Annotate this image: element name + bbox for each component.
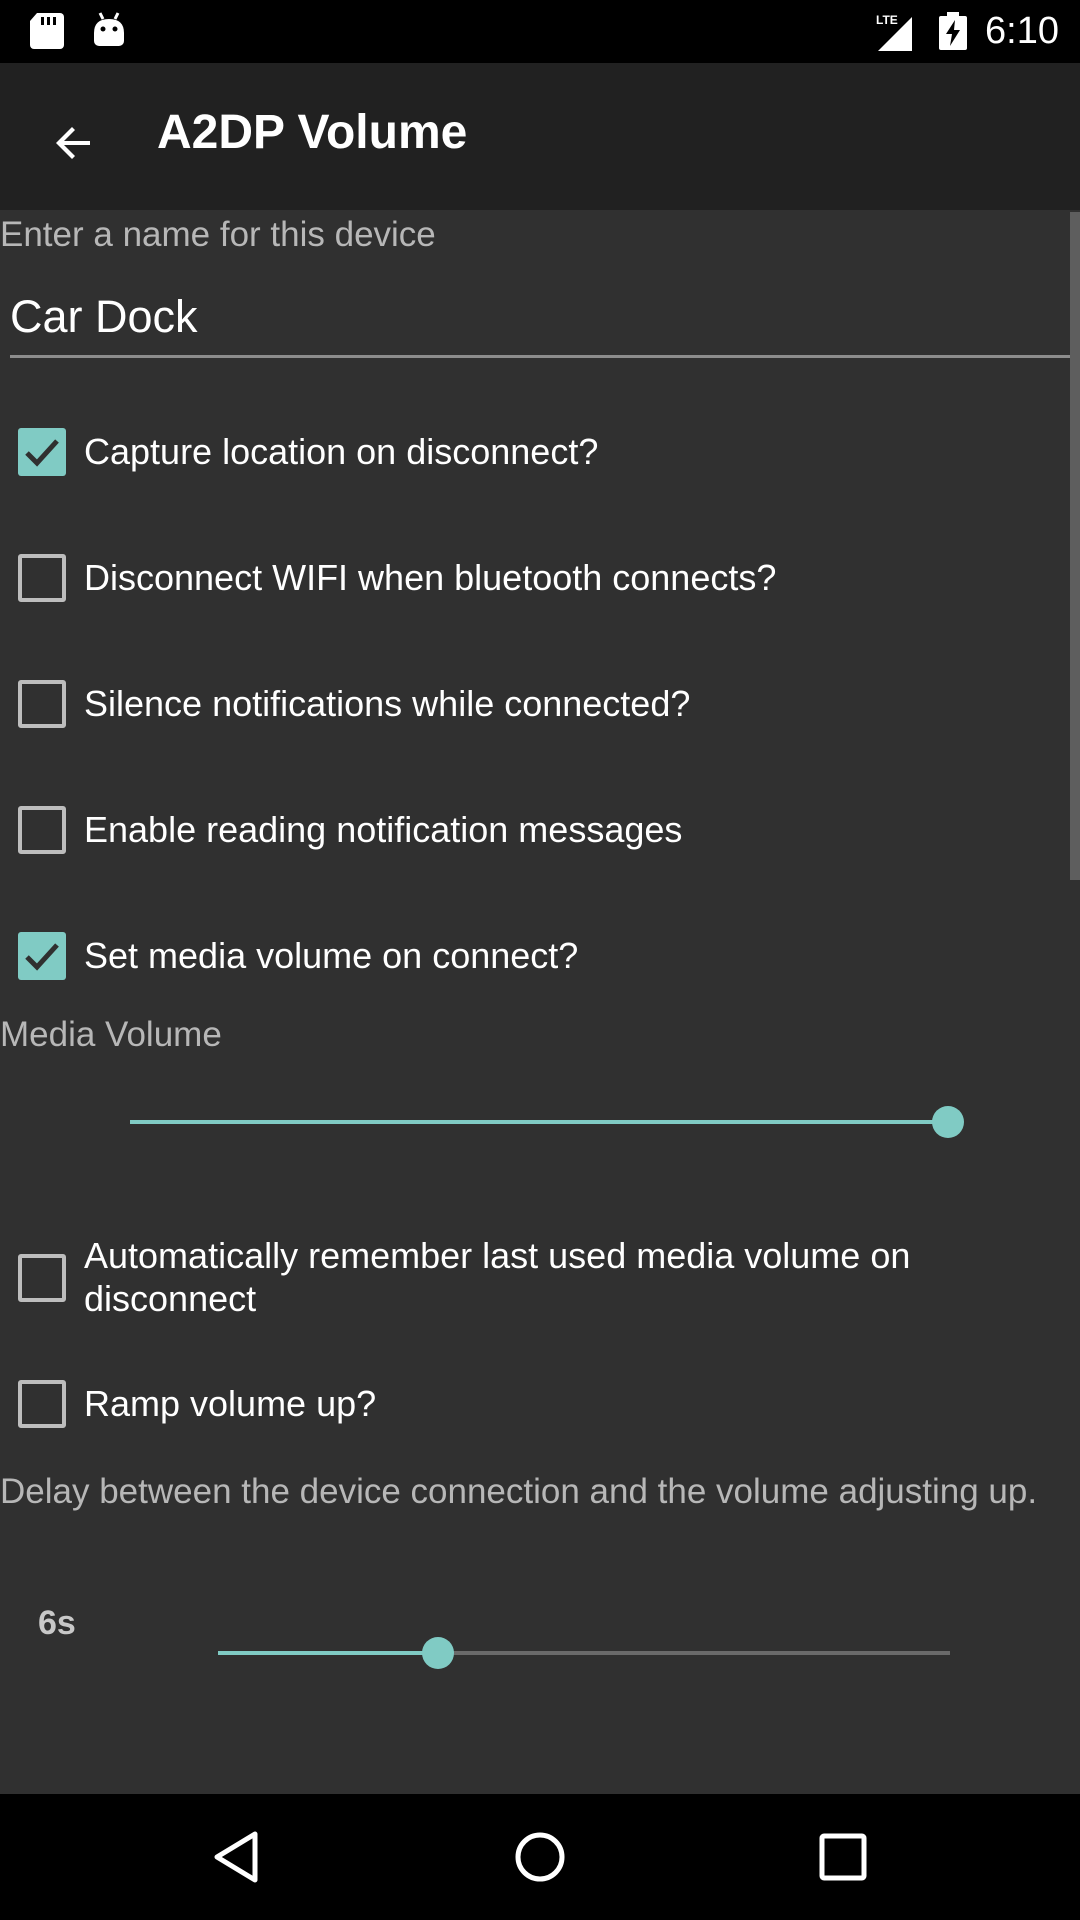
nav-home-icon (515, 1832, 565, 1882)
option-capture-location[interactable]: Capture location on disconnect? (0, 418, 1060, 486)
settings-content[interactable]: Enter a name for this device Capture loc… (0, 210, 1080, 1794)
slider-thumb[interactable] (932, 1106, 964, 1138)
battery-charging-icon (939, 12, 967, 55)
checkmark-icon (25, 943, 59, 971)
slider-thumb[interactable] (421, 1637, 454, 1669)
option-label: Capture location on disconnect? (84, 431, 599, 472)
checkbox[interactable] (18, 932, 66, 980)
option-label: Silence notifications while connected? (84, 683, 691, 724)
option-label: Disconnect WIFI when bluetooth connects? (84, 557, 777, 598)
option-label: Ramp volume up? (84, 1383, 377, 1424)
app-toolbar: A2DP Volume (0, 63, 1080, 210)
navigation-bar (0, 1794, 1080, 1920)
checkbox[interactable] (18, 806, 66, 854)
lte-signal-icon: LTE (876, 13, 912, 56)
option-remember-volume[interactable]: Automatically remember last used media v… (0, 1230, 1060, 1326)
scrollbar-thumb[interactable] (1070, 212, 1080, 880)
svg-text:LTE: LTE (876, 13, 898, 27)
media-volume-label: Media Volume (0, 1015, 222, 1054)
nav-home-button[interactable] (500, 1817, 580, 1897)
delay-label: Delay between the device connection and … (0, 1472, 1038, 1511)
arrow-back-icon (56, 127, 90, 159)
media-volume-slider[interactable] (130, 1106, 964, 1138)
option-label: Automatically remember last used media v… (84, 1235, 911, 1319)
option-ramp-volume[interactable]: Ramp volume up? (0, 1370, 1060, 1438)
nav-recents-button[interactable] (803, 1817, 883, 1897)
delay-value: 6s (38, 1604, 76, 1642)
status-bar: LTE 6:10 (0, 0, 1080, 63)
option-silence-notifications[interactable]: Silence notifications while connected? (0, 670, 1060, 738)
checkbox[interactable] (18, 554, 66, 602)
checkbox[interactable] (18, 1380, 66, 1428)
option-set-media-volume[interactable]: Set media volume on connect? (0, 922, 1060, 990)
checkmark-icon (25, 439, 59, 467)
slider-fill (130, 1120, 948, 1124)
option-read-notifications[interactable]: Enable reading notification messages (0, 796, 1060, 864)
android-debug-icon (92, 11, 126, 54)
nav-back-icon (214, 1831, 258, 1883)
sd-card-icon (30, 13, 64, 54)
back-button[interactable] (34, 103, 114, 183)
checkbox[interactable] (18, 428, 66, 476)
device-name-label: Enter a name for this device (0, 215, 436, 254)
option-disconnect-wifi[interactable]: Disconnect WIFI when bluetooth connects? (0, 544, 1060, 612)
device-name-input[interactable] (10, 278, 1070, 358)
delay-slider[interactable] (218, 1637, 950, 1669)
status-clock: 6:10 (985, 10, 1059, 52)
option-label: Set media volume on connect? (84, 935, 579, 976)
option-label: Enable reading notification messages (84, 809, 683, 850)
checkbox[interactable] (18, 680, 66, 728)
page-title: A2DP Volume (157, 106, 468, 159)
nav-recents-icon (819, 1833, 867, 1881)
slider-fill (218, 1651, 438, 1655)
checkbox[interactable] (18, 1254, 66, 1302)
nav-back-button[interactable] (196, 1817, 276, 1897)
